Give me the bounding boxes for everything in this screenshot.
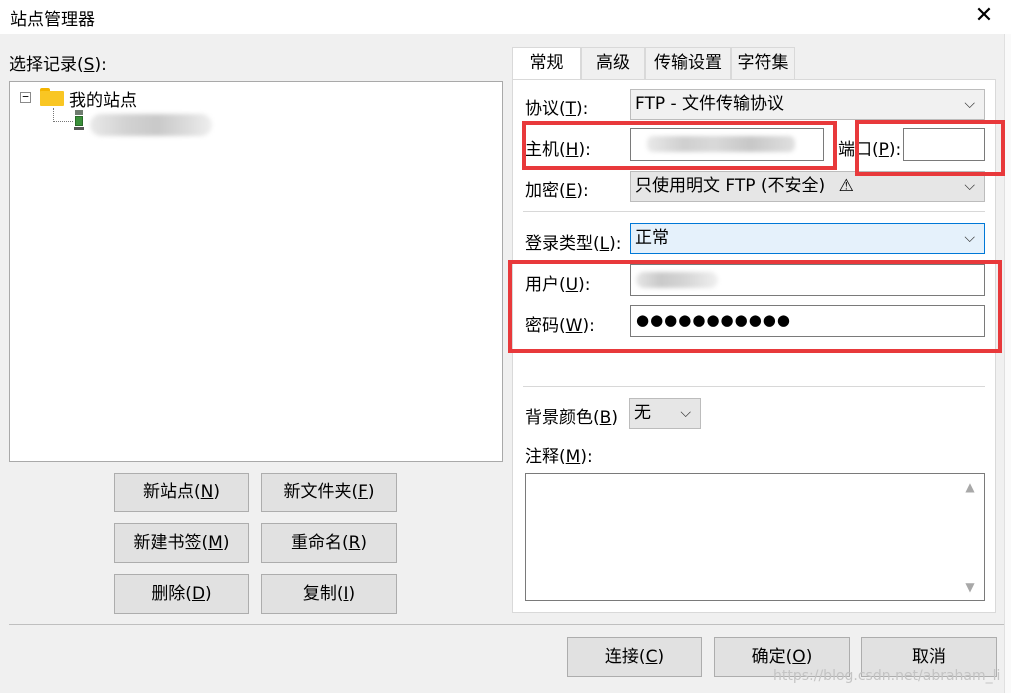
- server-icon: [74, 110, 84, 134]
- user-input[interactable]: [630, 264, 985, 296]
- host-input[interactable]: [630, 128, 824, 161]
- tab-general[interactable]: 常规: [512, 47, 581, 81]
- new-bookmark-button[interactable]: 新建书签(M): [114, 523, 249, 563]
- duplicate-button[interactable]: 复制(I): [261, 574, 397, 614]
- tab-advanced[interactable]: 高级: [581, 47, 645, 80]
- tab-charset[interactable]: 字符集: [731, 47, 795, 80]
- folder-icon: [40, 88, 64, 106]
- background-window-edge: [1004, 34, 1011, 693]
- comments-textarea[interactable]: ▲ ▼: [525, 473, 985, 601]
- host-label: 主机(H):: [525, 140, 591, 160]
- user-label: 用户(U):: [525, 275, 591, 295]
- new-folder-button[interactable]: 新文件夹(F): [261, 473, 397, 512]
- protocol-select[interactable]: FTP - 文件传输协议 ⌵: [630, 89, 985, 120]
- tree-site-item-redacted[interactable]: [90, 114, 212, 136]
- connect-button[interactable]: 连接(C): [567, 637, 702, 677]
- watermark: https://blog.csdn.net/abraham_li: [773, 668, 1001, 684]
- encryption-label: 加密(E):: [525, 181, 589, 201]
- tree-connector: [53, 108, 54, 122]
- site-tree[interactable]: − 我的站点: [9, 81, 503, 462]
- chevron-down-icon: ⌵: [964, 96, 975, 112]
- rename-button[interactable]: 重命名(R): [261, 523, 397, 563]
- encryption-select[interactable]: 只使用明文 FTP (不安全) ⚠ ⌵: [630, 171, 985, 202]
- section-divider: [523, 386, 985, 387]
- footer-divider: [9, 624, 1004, 625]
- new-site-button[interactable]: 新站点(N): [114, 473, 249, 512]
- select-entry-label: 选择记录(S):: [9, 55, 107, 75]
- chevron-down-icon: ⌵: [964, 230, 975, 246]
- tree-root-my-sites[interactable]: 我的站点: [69, 86, 137, 111]
- password-input[interactable]: ●●●●●●●●●●●: [630, 305, 985, 337]
- port-label: 端口(P):: [838, 140, 902, 160]
- section-divider: [523, 211, 985, 212]
- logon-type-select[interactable]: 正常 ⌵: [630, 223, 985, 254]
- title-bar: [0, 0, 1011, 34]
- password-label: 密码(W):: [525, 316, 595, 336]
- warning-icon: ⚠: [838, 176, 854, 196]
- scroll-down-icon[interactable]: ▼: [962, 580, 978, 594]
- background-color-label: 背景颜色(B): [525, 408, 618, 428]
- tree-connector: [53, 121, 73, 122]
- background-color-select[interactable]: 无 ⌵: [629, 398, 701, 429]
- collapse-toggle-icon[interactable]: −: [20, 91, 31, 103]
- chevron-down-icon: ⌵: [964, 178, 975, 194]
- close-icon[interactable]: ✕: [966, 2, 1002, 30]
- user-value-redacted: [636, 272, 718, 288]
- scroll-up-icon[interactable]: ▲: [962, 480, 978, 494]
- protocol-label: 协议(T):: [525, 99, 589, 119]
- host-value-redacted: [647, 136, 795, 152]
- delete-button[interactable]: 删除(D): [114, 574, 249, 614]
- comments-label: 注释(M):: [525, 447, 593, 467]
- window-title: 站点管理器: [10, 10, 95, 30]
- logon-type-label: 登录类型(L):: [525, 234, 622, 254]
- chevron-down-icon: ⌵: [680, 405, 691, 421]
- port-input[interactable]: [903, 128, 985, 161]
- tab-transfer-settings[interactable]: 传输设置: [645, 47, 731, 80]
